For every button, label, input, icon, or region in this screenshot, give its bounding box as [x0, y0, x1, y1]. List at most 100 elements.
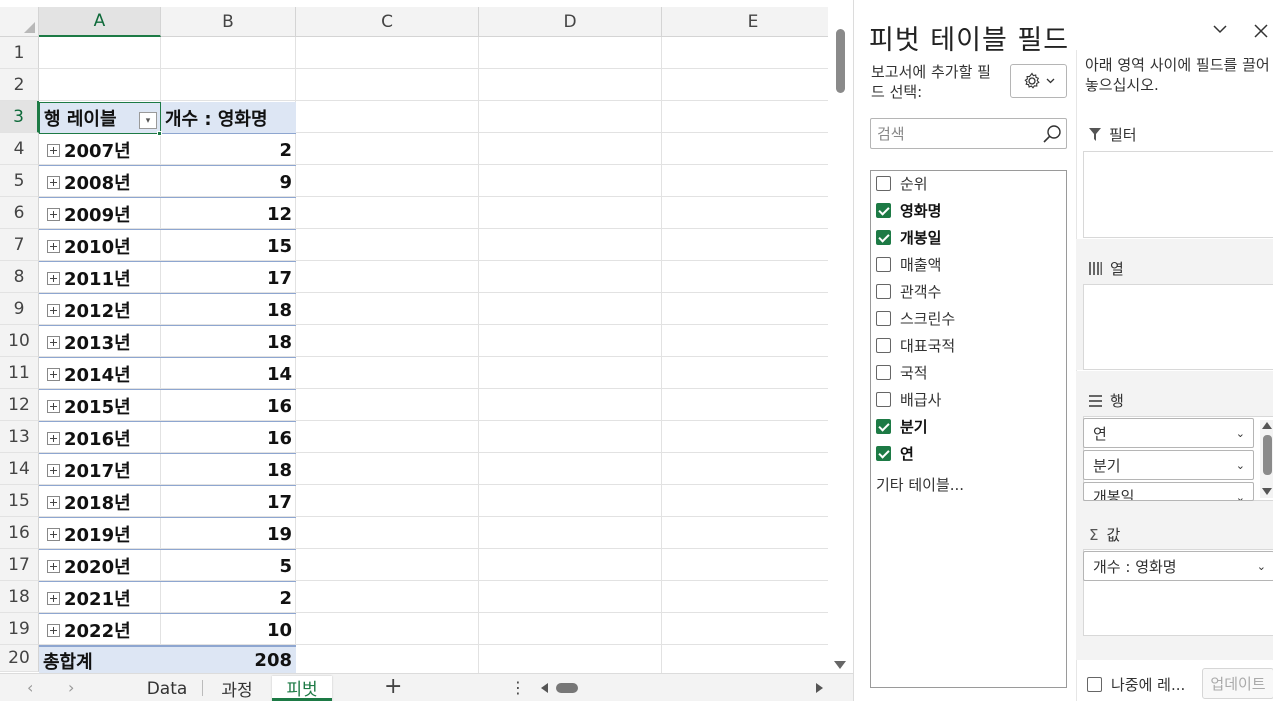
prev-sheet-arrow-icon[interactable]: ‹ — [27, 678, 33, 697]
expand-plus-icon[interactable] — [47, 303, 60, 317]
row-header[interactable]: 15 — [0, 485, 39, 517]
row-header[interactable]: 18 — [0, 581, 39, 613]
expand-plus-icon[interactable] — [47, 399, 60, 413]
pivot-row[interactable]: 2007년 2 — [39, 134, 296, 166]
column-header-d[interactable]: D — [479, 7, 662, 37]
row-header[interactable]: 8 — [0, 261, 39, 293]
pivot-row-label-header[interactable]: 행 레이블 ▾ — [39, 102, 161, 134]
row-header[interactable]: 2 — [0, 69, 39, 101]
close-icon[interactable] — [1254, 24, 1268, 38]
row-header[interactable]: 19 — [0, 613, 39, 645]
row-header[interactable]: 20 — [0, 645, 39, 672]
expand-plus-icon[interactable] — [47, 175, 60, 189]
field-checkbox[interactable] — [876, 202, 891, 218]
chevron-down-icon[interactable] — [1213, 22, 1227, 36]
filter-dropdown-icon[interactable]: ▾ — [139, 112, 157, 129]
rows-scroll-thumb[interactable] — [1263, 435, 1272, 475]
field-item[interactable]: 국적 — [876, 360, 928, 384]
column-header-c[interactable]: C — [296, 7, 479, 37]
expand-plus-icon[interactable] — [47, 143, 60, 157]
search-icon[interactable] — [1042, 124, 1062, 144]
row-header[interactable]: 5 — [0, 165, 39, 197]
rows-item-year[interactable]: 연 ⌄ — [1083, 418, 1254, 448]
defer-layout-update[interactable]: 나중에 레... — [1087, 674, 1185, 695]
field-checkbox[interactable] — [876, 175, 891, 191]
field-checkbox[interactable] — [876, 229, 891, 245]
rows-item-release-date[interactable]: 개봉일 ⌄ — [1083, 482, 1254, 501]
chevron-down-icon[interactable]: ⌄ — [1257, 560, 1266, 573]
field-item[interactable]: 영화명 — [876, 198, 941, 222]
field-item[interactable]: 배급사 — [876, 387, 941, 411]
next-sheet-arrow-icon[interactable]: › — [68, 678, 74, 697]
scroll-left-arrow-icon[interactable] — [541, 683, 548, 693]
spreadsheet-grid[interactable]: A B C D E 1 2 3 4 5 6 7 8 9 10 11 12 13 14 15 16 17 18 19 2… — [0, 0, 828, 673]
row-header[interactable]: 12 — [0, 389, 39, 421]
row-header[interactable]: 16 — [0, 517, 39, 549]
field-item[interactable]: 매출액 — [876, 252, 941, 276]
expand-plus-icon[interactable] — [47, 239, 60, 253]
select-all-corner[interactable] — [0, 7, 39, 37]
field-search-box[interactable] — [870, 118, 1067, 149]
pivot-row[interactable]: 2020년 5 — [39, 550, 296, 582]
row-header[interactable]: 14 — [0, 453, 39, 485]
pivot-row[interactable]: 2012년 18 — [39, 294, 296, 326]
defer-checkbox[interactable] — [1087, 677, 1102, 692]
rows-area-scrollbar[interactable] — [1260, 420, 1273, 498]
sheet-tab-pivot[interactable]: 피벗 — [272, 676, 332, 701]
field-item[interactable]: 스크린수 — [876, 306, 955, 330]
pivot-row[interactable]: 2008년 9 — [39, 166, 296, 198]
pivot-row[interactable]: 2011년 17 — [39, 262, 296, 294]
expand-plus-icon[interactable] — [47, 271, 60, 285]
row-header[interactable]: 11 — [0, 357, 39, 389]
pivot-row[interactable]: 2018년 17 — [39, 486, 296, 518]
pivot-row[interactable]: 2017년 18 — [39, 454, 296, 486]
pivot-row[interactable]: 2009년 12 — [39, 198, 296, 230]
row-header[interactable]: 3 — [0, 101, 39, 133]
field-item[interactable]: 연 — [876, 441, 914, 465]
pivot-row[interactable]: 2013년 18 — [39, 326, 296, 358]
values-item-count-movie[interactable]: 개수 : 영화명 ⌄ — [1083, 551, 1273, 581]
expand-plus-icon[interactable] — [47, 559, 60, 573]
expand-plus-icon[interactable] — [47, 495, 60, 509]
column-header-b[interactable]: B — [161, 7, 296, 37]
more-options-icon[interactable]: ⋮ — [510, 678, 526, 697]
filter-drop-area[interactable] — [1083, 151, 1273, 238]
pivot-value-header[interactable]: 개수 : 영화명 — [161, 102, 296, 134]
expand-plus-icon[interactable] — [47, 591, 60, 605]
pivot-row[interactable]: 2022년 10 — [39, 614, 296, 646]
field-checkbox[interactable] — [876, 337, 891, 353]
expand-plus-icon[interactable] — [47, 623, 60, 637]
field-item[interactable]: 관객수 — [876, 279, 941, 303]
field-list-settings-button[interactable] — [1010, 64, 1067, 98]
row-header[interactable]: 1 — [0, 37, 39, 69]
field-checkbox[interactable] — [876, 391, 891, 407]
expand-plus-icon[interactable] — [47, 335, 60, 349]
rows-item-quarter[interactable]: 분기 ⌄ — [1083, 450, 1254, 480]
expand-plus-icon[interactable] — [47, 207, 60, 221]
field-checkbox[interactable] — [876, 364, 891, 380]
scroll-down-arrow-icon[interactable] — [1262, 488, 1272, 495]
chevron-down-icon[interactable]: ⌄ — [1236, 427, 1245, 440]
scroll-up-arrow-icon[interactable] — [1262, 422, 1272, 429]
chevron-down-icon[interactable]: ⌄ — [1236, 491, 1245, 500]
field-checkbox[interactable] — [876, 283, 891, 299]
field-checkbox[interactable] — [876, 445, 891, 461]
pivot-row[interactable]: 2021년 2 — [39, 582, 296, 614]
vertical-scrollbar[interactable] — [828, 7, 853, 673]
add-sheet-button[interactable]: + — [384, 674, 402, 699]
field-item[interactable]: 분기 — [876, 414, 928, 438]
column-header-e[interactable]: E — [662, 7, 828, 37]
horizontal-scroll-thumb[interactable] — [556, 683, 578, 693]
more-tables-link[interactable]: 기타 테이블... — [876, 474, 964, 495]
expand-plus-icon[interactable] — [47, 527, 60, 541]
pivot-row[interactable]: 2016년 16 — [39, 422, 296, 454]
field-checkbox[interactable] — [876, 418, 891, 434]
row-header[interactable]: 7 — [0, 229, 39, 261]
column-header-a[interactable]: A — [39, 7, 161, 37]
chevron-down-icon[interactable]: ⌄ — [1236, 459, 1245, 472]
field-item[interactable]: 개봉일 — [876, 225, 941, 249]
field-item[interactable]: 대표국적 — [876, 333, 955, 357]
expand-plus-icon[interactable] — [47, 431, 60, 445]
pivot-grand-total-row[interactable]: 총합계 208 — [39, 646, 296, 673]
field-search-input[interactable] — [877, 123, 1037, 145]
